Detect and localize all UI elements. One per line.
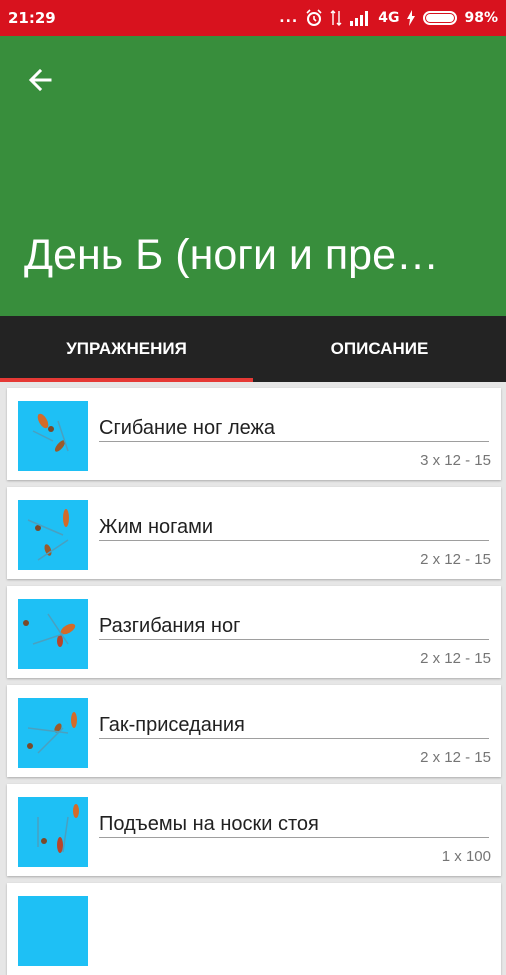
exercise-thumbnail bbox=[18, 500, 88, 570]
exercise-item-partial[interactable] bbox=[7, 883, 501, 975]
exercise-sets: 2 x 12 - 15 bbox=[420, 551, 491, 568]
data-transfer-icon bbox=[330, 10, 342, 26]
exercise-name: Разгибания ног bbox=[99, 615, 241, 637]
exercise-item[interactable]: Сгибание ног лежа 3 x 12 - 15 bbox=[7, 388, 501, 480]
exercise-thumbnail bbox=[18, 401, 88, 471]
exercise-thumbnail bbox=[18, 797, 88, 867]
exercise-name: Жим ногами bbox=[99, 516, 214, 538]
tab-indicator bbox=[0, 378, 253, 382]
exercise-sets: 1 x 100 bbox=[441, 848, 491, 865]
page-title: День Б (ноги и пре… bbox=[24, 231, 440, 279]
exercise-item[interactable]: Подъемы на носки стоя 1 x 100 bbox=[7, 784, 501, 876]
divider bbox=[99, 738, 489, 739]
more-notifications-icon: ... bbox=[279, 10, 299, 26]
exercise-sets: 2 x 12 - 15 bbox=[420, 650, 491, 667]
signal-icon bbox=[350, 11, 369, 26]
battery-percent: 98% bbox=[464, 10, 498, 26]
exercise-sets: 3 x 12 - 15 bbox=[420, 452, 491, 469]
exercise-thumbnail bbox=[18, 599, 88, 669]
exercise-thumbnail bbox=[18, 896, 88, 966]
divider bbox=[99, 441, 489, 442]
alarm-clock-icon bbox=[306, 9, 322, 26]
network-type: 4G bbox=[378, 10, 400, 26]
charging-icon bbox=[407, 10, 416, 26]
status-bar: 21:29 ... 4G 98% bbox=[0, 0, 506, 36]
exercise-item[interactable]: Гак-приседания 2 x 12 - 15 bbox=[7, 685, 501, 777]
status-time: 21:29 bbox=[8, 9, 56, 27]
divider bbox=[99, 540, 489, 541]
status-icons: ... 4G 98% bbox=[279, 6, 498, 30]
exercise-name: Сгибание ног лежа bbox=[99, 417, 276, 439]
back-arrow-icon[interactable] bbox=[20, 60, 60, 100]
divider bbox=[99, 837, 489, 838]
exercise-thumbnail bbox=[18, 698, 88, 768]
tab-description[interactable]: ОПИСАНИЕ bbox=[253, 316, 506, 382]
exercise-name: Подъемы на носки стоя bbox=[99, 813, 319, 835]
battery-icon bbox=[423, 11, 458, 25]
exercise-item[interactable]: Жим ногами 2 x 12 - 15 bbox=[7, 487, 501, 579]
app-bar: День Б (ноги и пре… bbox=[0, 36, 506, 316]
divider bbox=[99, 639, 489, 640]
tab-bar: УПРАЖНЕНИЯ ОПИСАНИЕ bbox=[0, 316, 506, 382]
exercise-sets: 2 x 12 - 15 bbox=[420, 749, 491, 766]
tab-exercises[interactable]: УПРАЖНЕНИЯ bbox=[0, 316, 253, 382]
exercise-name: Гак-приседания bbox=[99, 714, 245, 736]
exercise-item[interactable]: Разгибания ног 2 x 12 - 15 bbox=[7, 586, 501, 678]
